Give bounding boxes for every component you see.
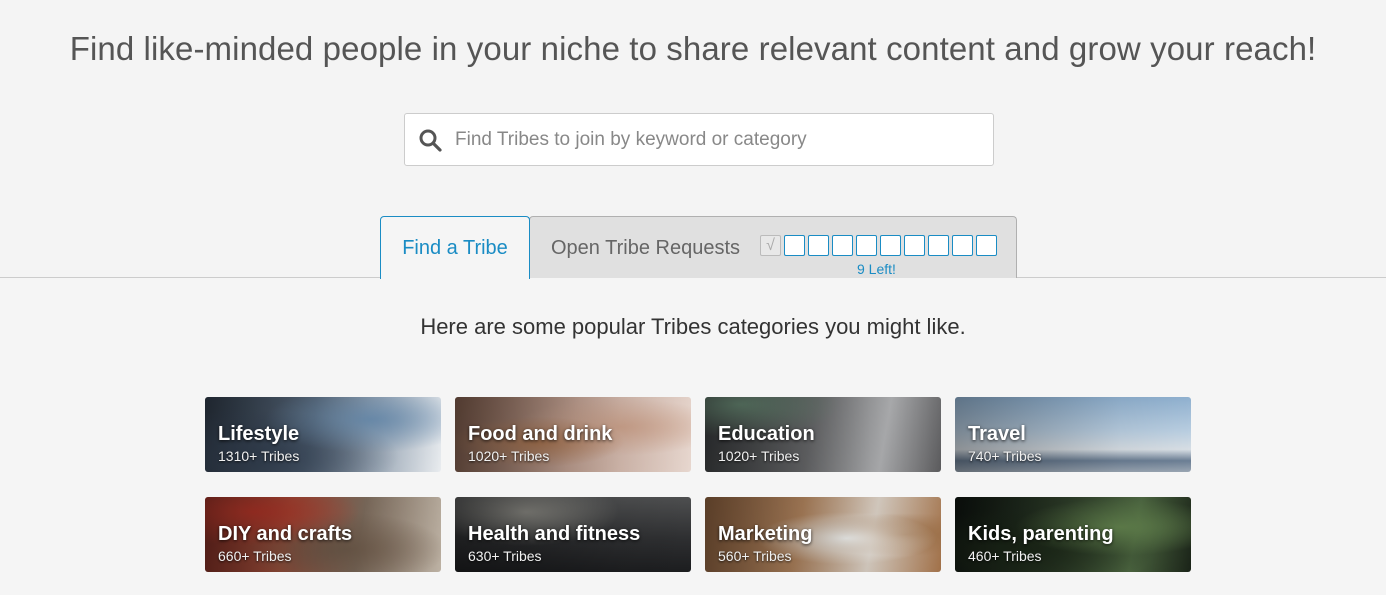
search-input[interactable] [455,119,975,160]
category-card[interactable]: DIY and crafts 660+ Tribes [205,497,441,572]
request-slot-empty-icon [976,235,997,256]
category-count: 1020+ Tribes [718,448,800,464]
category-title: Education [718,423,815,445]
search-box[interactable] [404,113,994,166]
category-title: DIY and crafts [218,523,353,545]
tab-find-a-tribe[interactable]: Find a Tribe [380,216,530,279]
request-slot-empty-icon [856,235,877,256]
search-icon [405,114,455,165]
category-count: 660+ Tribes [218,548,292,564]
category-count: 1020+ Tribes [468,448,550,464]
request-slot-empty-icon [880,235,901,256]
category-count: 1310+ Tribes [218,448,300,464]
category-title: Health and fitness [468,523,641,545]
category-card[interactable]: Travel 740+ Tribes [955,397,1191,472]
request-slot-empty-icon [832,235,853,256]
category-card[interactable]: Marketing 560+ Tribes [705,497,941,572]
category-card[interactable]: Lifestyle 1310+ Tribes [205,397,441,472]
request-slot-empty-icon [904,235,925,256]
tab-open-label: Open Tribe Requests [551,237,740,259]
category-count: 740+ Tribes [968,448,1042,464]
category-card[interactable]: Health and fitness 630+ Tribes [455,497,691,572]
category-card[interactable]: Kids, parenting 460+ Tribes [955,497,1191,572]
request-slot-used-icon: √ [760,235,781,256]
request-slot-empty-icon [784,235,805,256]
request-slot-empty-icon [952,235,973,256]
category-count: 460+ Tribes [968,548,1042,564]
request-slot-empty-icon [808,235,829,256]
request-slot-empty-icon [928,235,949,256]
category-title: Kids, parenting [968,523,1114,545]
request-slots: √ [760,235,997,256]
page-headline: Find like-minded people in your niche to… [69,30,1317,67]
category-title: Lifestyle [218,423,300,445]
tab-open-tribe-requests[interactable]: Open Tribe Requests √ 9 Left! [529,216,1017,278]
category-card[interactable]: Education 1020+ Tribes [705,397,941,472]
category-count: 560+ Tribes [718,548,792,564]
requests-left-count: 9 Left! [857,261,896,277]
category-title: Travel [968,423,1026,445]
category-count: 630+ Tribes [468,548,542,564]
category-title: Marketing [718,523,813,545]
categories-subtitle: Here are some popular Tribes categories … [420,314,966,339]
tab-find-label: Find a Tribe [402,237,508,259]
category-card[interactable]: Food and drink 1020+ Tribes [455,397,691,472]
category-grid: Lifestyle 1310+ Tribes Food and drink 1020+… [205,397,1191,572]
category-title: Food and drink [468,423,613,445]
page: Find like-minded people in your niche to… [0,0,1386,595]
